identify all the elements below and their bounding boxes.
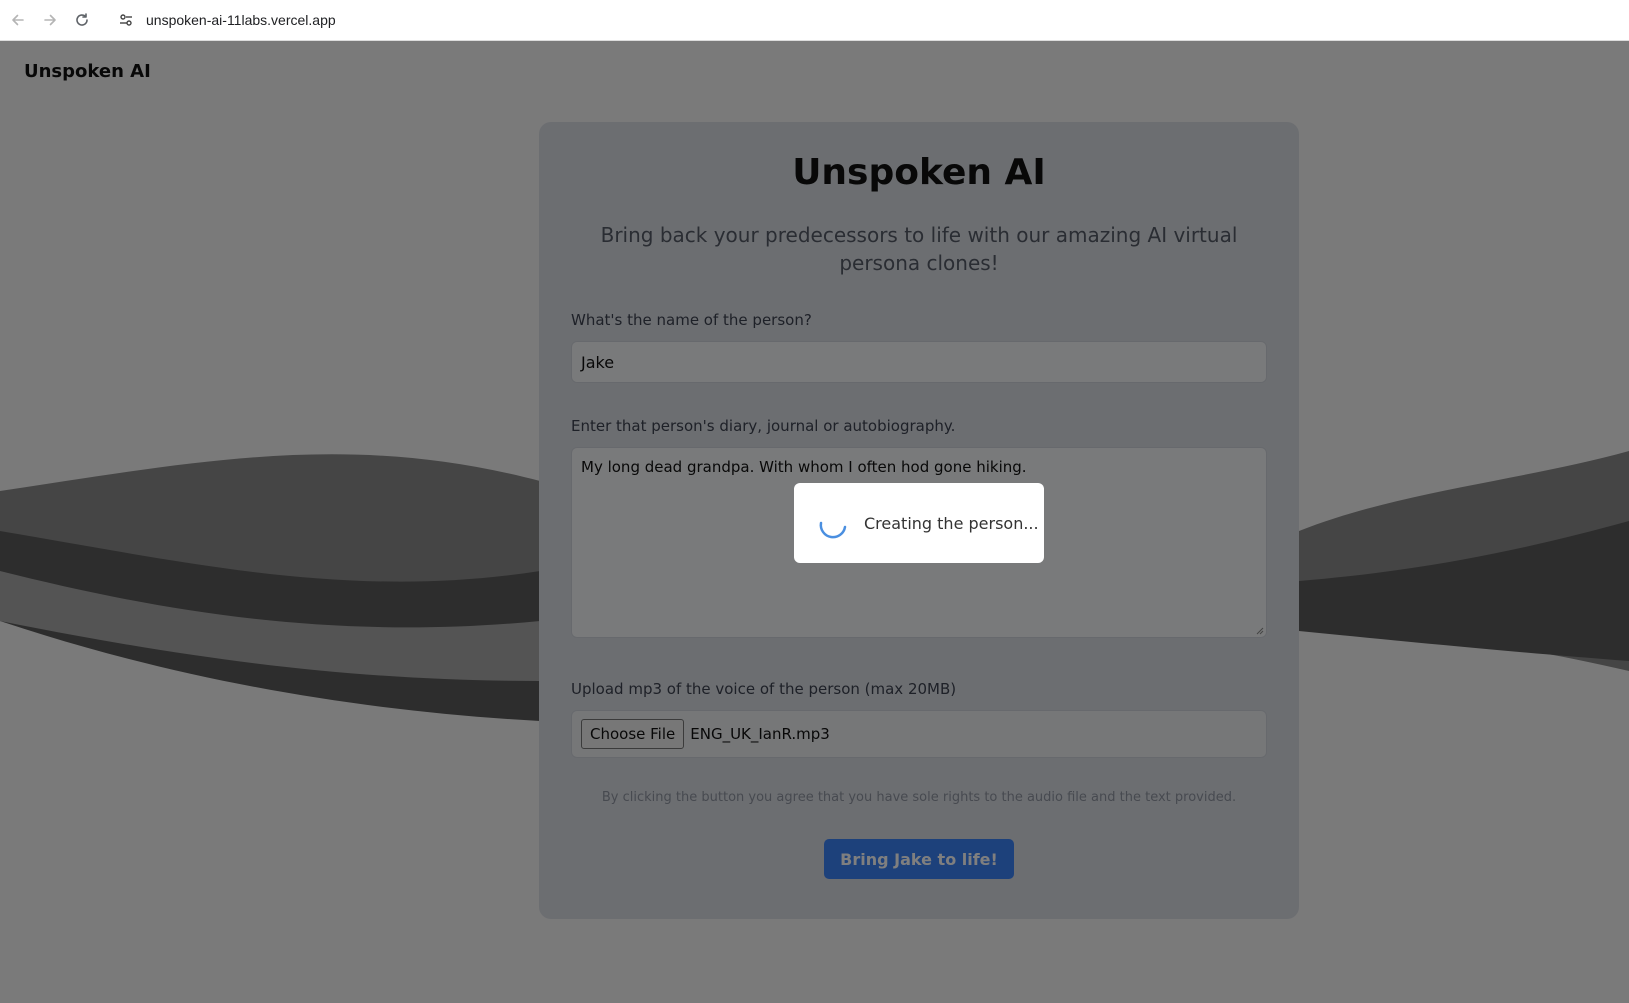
tune-icon[interactable] xyxy=(116,10,136,30)
loading-message: Creating the person... xyxy=(864,513,1039,533)
loading-dialog: Creating the person... xyxy=(794,483,1044,563)
back-button[interactable] xyxy=(4,6,32,34)
reload-button[interactable] xyxy=(68,6,96,34)
arrow-right-icon xyxy=(44,14,56,26)
page: Unspoken AI Unspoken AI Bring back your … xyxy=(0,41,1629,1003)
arrow-left-icon xyxy=(12,14,24,26)
spinner-icon xyxy=(819,521,847,539)
url-text[interactable]: unspoken-ai-11labs.vercel.app xyxy=(146,12,336,28)
reload-icon xyxy=(76,13,88,26)
forward-button[interactable] xyxy=(36,6,64,34)
browser-toolbar: unspoken-ai-11labs.vercel.app xyxy=(0,0,1629,41)
address-bar[interactable]: unspoken-ai-11labs.vercel.app xyxy=(108,4,1621,36)
